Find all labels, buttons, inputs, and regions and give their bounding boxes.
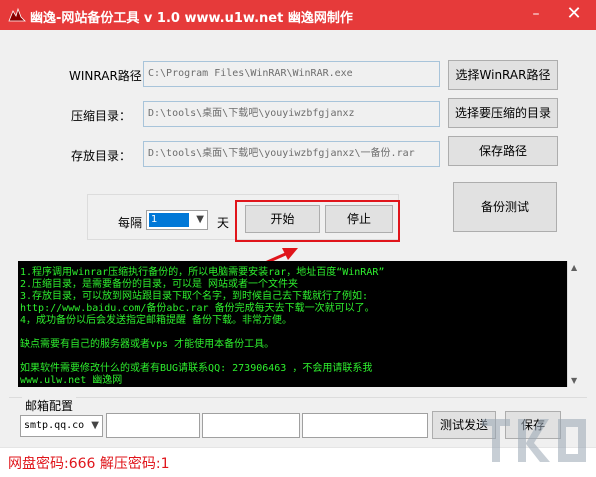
every-label: 每隔	[118, 216, 143, 230]
watermark-logo	[482, 419, 586, 462]
app-logo-icon	[8, 7, 26, 22]
chevron-down-icon: ▼	[196, 214, 204, 225]
smtp-select[interactable]: smtp.qq.co ▼	[20, 415, 103, 437]
save-dir-field[interactable]: D:\tools\桌面\下载吧\youyiwzbfgjanxz\一备份.rar	[143, 141, 440, 167]
smtp-value: smtp.qq.co	[24, 420, 85, 431]
save-dir-label: 存放目录：	[71, 149, 132, 163]
winrar-path-field[interactable]: C:\Program Files\WinRAR\WinRAR.exe	[143, 61, 440, 87]
save-path-button[interactable]: 保存路径	[448, 136, 558, 166]
compress-dir-label: 压缩目录：	[71, 109, 132, 123]
window-title: 幽逸-网站备份工具 v 1.0 www.u1w.net 幽逸网制作	[30, 11, 353, 26]
interval-select[interactable]: 1 ▼	[146, 210, 208, 230]
minimize-button[interactable]: –	[520, 0, 552, 30]
day-unit-label: 天	[217, 216, 230, 230]
log-console[interactable]: 1.程序调用winrar压缩执行备份的，所以电脑需要安装rar，地址百度“Win…	[18, 261, 584, 387]
highlight-box	[235, 200, 400, 242]
scroll-down-icon[interactable]: ▼	[571, 376, 577, 385]
compress-dir-field[interactable]: D:\tools\桌面\下载吧\youyiwzbfgjanxz	[143, 101, 440, 127]
scroll-up-icon[interactable]: ▲	[571, 263, 577, 272]
backup-test-button[interactable]: 备份测试	[453, 182, 557, 232]
select-compress-dir-button[interactable]: 选择要压缩的目录	[448, 98, 558, 128]
mail-account-field[interactable]	[106, 413, 200, 438]
mail-password-field[interactable]	[202, 413, 300, 438]
interval-value: 1	[149, 213, 189, 227]
chevron-down-icon: ▼	[91, 420, 99, 431]
mail-config-label: 邮箱配置	[22, 397, 77, 414]
close-button[interactable]: ✕	[558, 0, 590, 30]
winrar-path-label: WINRAR路径：	[69, 69, 154, 83]
console-line: 缺点需要有自己的服务器或者vps 才能使用本备份工具。	[20, 339, 275, 350]
console-line: 4，成功备份以后会发送指定邮箱提醒 备份下载。非常方便。	[20, 315, 293, 326]
select-winrar-button[interactable]: 选择WinRAR路径	[448, 60, 558, 90]
title-bar: 幽逸-网站备份工具 v 1.0 www.u1w.net 幽逸网制作 – ✕	[0, 0, 596, 30]
console-scrollbar[interactable]: ▲ ▼	[567, 261, 584, 387]
mail-recipient-field[interactable]	[302, 413, 428, 438]
password-info: 网盘密码:666 解压密码:1	[8, 456, 170, 472]
console-line: www.ulw.net 幽逸网	[20, 375, 123, 386]
